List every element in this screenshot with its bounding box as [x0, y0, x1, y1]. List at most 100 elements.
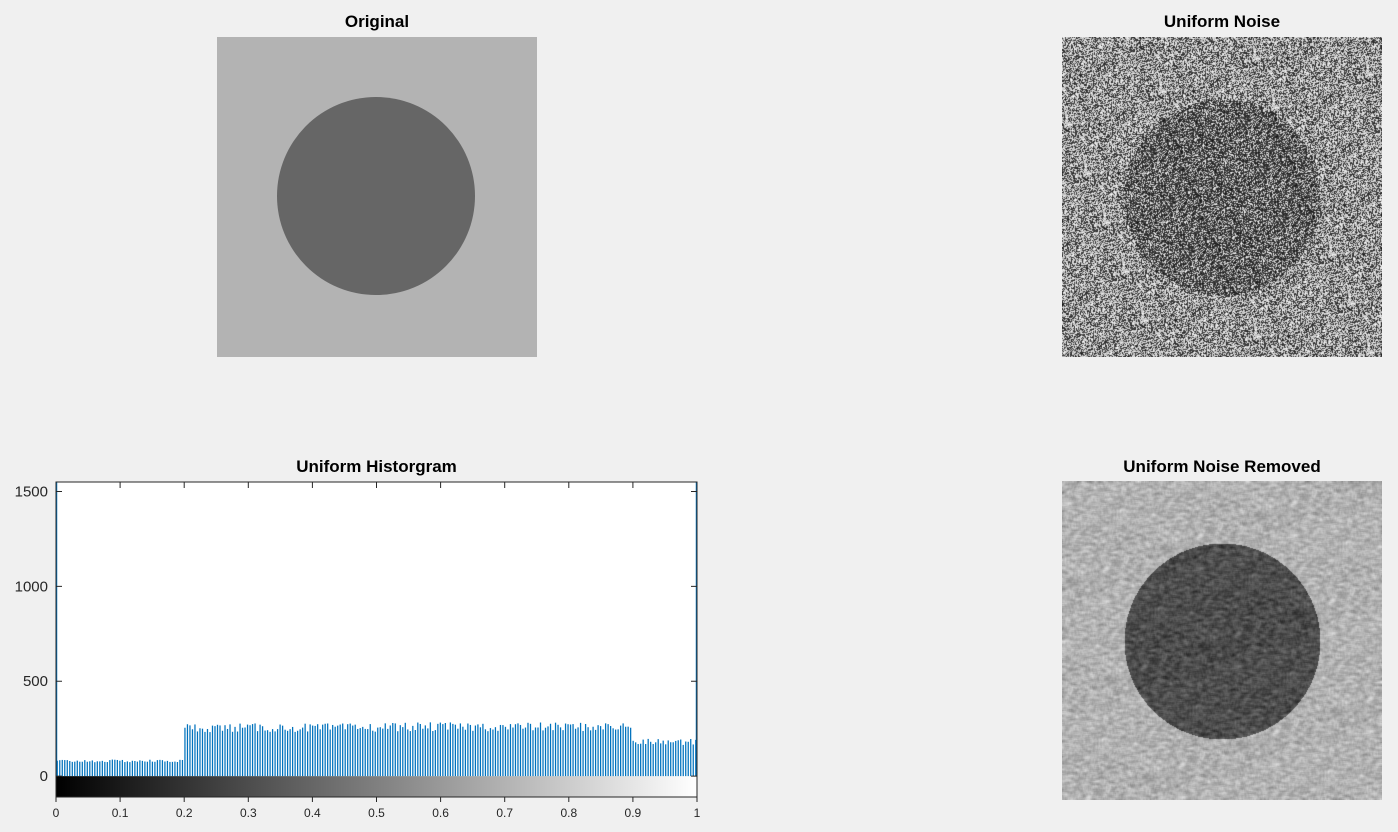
removed-title: Uniform Noise Removed	[1123, 457, 1321, 476]
histogram-bar	[502, 725, 504, 777]
histogram-bar	[166, 760, 169, 777]
histogram-bar	[174, 761, 176, 777]
histogram-bar	[394, 723, 396, 777]
histogram-bar	[219, 725, 221, 777]
histogram-bar	[665, 744, 667, 777]
histogram-bar	[139, 760, 141, 777]
histogram-bar	[101, 760, 103, 777]
histogram-bar	[119, 760, 121, 777]
histogram-bar	[337, 725, 339, 777]
histogram-bar	[196, 731, 199, 777]
histogram-bar	[274, 731, 276, 777]
histogram-bar	[186, 724, 189, 777]
histogram-bar	[494, 727, 497, 777]
histogram-bar	[650, 741, 652, 777]
histogram-bar	[339, 724, 341, 777]
histogram-bar	[614, 729, 617, 777]
histogram-bar	[61, 759, 63, 777]
histogram-bar	[552, 730, 554, 777]
histogram-bar	[189, 725, 191, 777]
histogram-bar	[637, 744, 639, 777]
histogram-bar	[342, 723, 344, 777]
histogram-bar	[249, 725, 251, 777]
histogram-bar	[256, 731, 259, 777]
histogram-bar	[409, 731, 411, 777]
histogram-bar	[354, 724, 356, 777]
histogram-bar	[204, 731, 206, 777]
histogram-bar	[79, 761, 81, 777]
histogram-bar	[640, 743, 642, 777]
histogram-bar	[91, 760, 93, 777]
histogram-bar	[572, 724, 574, 777]
histogram-bar	[514, 724, 517, 777]
histogram-bar	[236, 731, 239, 777]
histogram-bar	[652, 744, 654, 777]
histogram-bar	[271, 729, 274, 777]
histogram-bar	[424, 725, 426, 777]
histogram-bar	[677, 740, 679, 777]
histogram-bar	[156, 760, 159, 777]
histogram-bar	[364, 728, 366, 777]
histogram-bar	[539, 722, 542, 777]
histogram-bar	[527, 722, 529, 777]
histogram-bar	[574, 728, 577, 777]
histogram-bar	[389, 725, 391, 777]
histogram-bar	[181, 759, 184, 777]
histogram-bar	[297, 730, 299, 777]
histogram-bar	[484, 729, 487, 777]
histogram-bar	[264, 730, 266, 777]
histogram-bar	[104, 761, 106, 777]
histogram-bar	[239, 723, 241, 777]
x-tick-label: 0	[53, 806, 60, 820]
histogram-bar	[109, 760, 111, 777]
histogram-bar	[344, 729, 346, 777]
histogram-bar	[284, 729, 286, 777]
histogram-bar	[675, 740, 677, 777]
histogram-bar	[467, 723, 469, 777]
histogram-bar	[86, 761, 88, 777]
histogram-bar	[206, 728, 209, 777]
histogram-bar	[324, 723, 326, 777]
colorbar	[56, 776, 697, 797]
histogram-bar	[620, 725, 622, 777]
histogram-bar	[141, 760, 144, 777]
x-tick-label: 0.1	[112, 806, 129, 820]
histogram-bar	[497, 730, 499, 777]
histogram-bar	[84, 760, 86, 777]
histogram-bar	[667, 740, 669, 777]
y-tick-label: 500	[23, 673, 48, 690]
histogram-bar	[69, 761, 71, 777]
histogram-bar	[116, 759, 118, 777]
histogram-bar	[622, 723, 624, 777]
histogram-bar	[597, 725, 599, 777]
noise-removed-canvas	[1062, 481, 1382, 800]
histogram-bar	[464, 729, 467, 777]
histogram-bar	[161, 760, 164, 777]
histogram-bar	[449, 722, 451, 777]
histogram-bar	[314, 725, 316, 777]
histogram-bar	[89, 761, 91, 777]
histogram-bar	[655, 742, 657, 777]
histogram-bar	[482, 723, 484, 777]
x-tick-label: 0.7	[496, 806, 513, 820]
histogram-bar	[261, 726, 264, 777]
histogram-bar	[474, 725, 477, 777]
histogram-bar	[509, 724, 512, 777]
histogram-bar	[412, 725, 414, 777]
histogram-bar	[447, 729, 449, 777]
histogram-bar	[399, 725, 401, 777]
histogram-bar	[226, 728, 229, 777]
histogram-bar	[291, 726, 294, 777]
histogram-bar	[607, 724, 609, 777]
histogram-bar	[151, 761, 154, 777]
histogram-bar	[562, 730, 564, 777]
histogram-bar	[184, 727, 186, 777]
histogram-bar	[327, 723, 329, 777]
histogram-bar	[281, 725, 284, 777]
histogram-bar	[557, 724, 559, 777]
histogram-bar	[214, 726, 216, 777]
histogram-bar	[577, 727, 579, 777]
histogram-bar	[444, 723, 446, 777]
histogram-bar	[439, 722, 441, 777]
histogram-bar	[504, 726, 507, 777]
